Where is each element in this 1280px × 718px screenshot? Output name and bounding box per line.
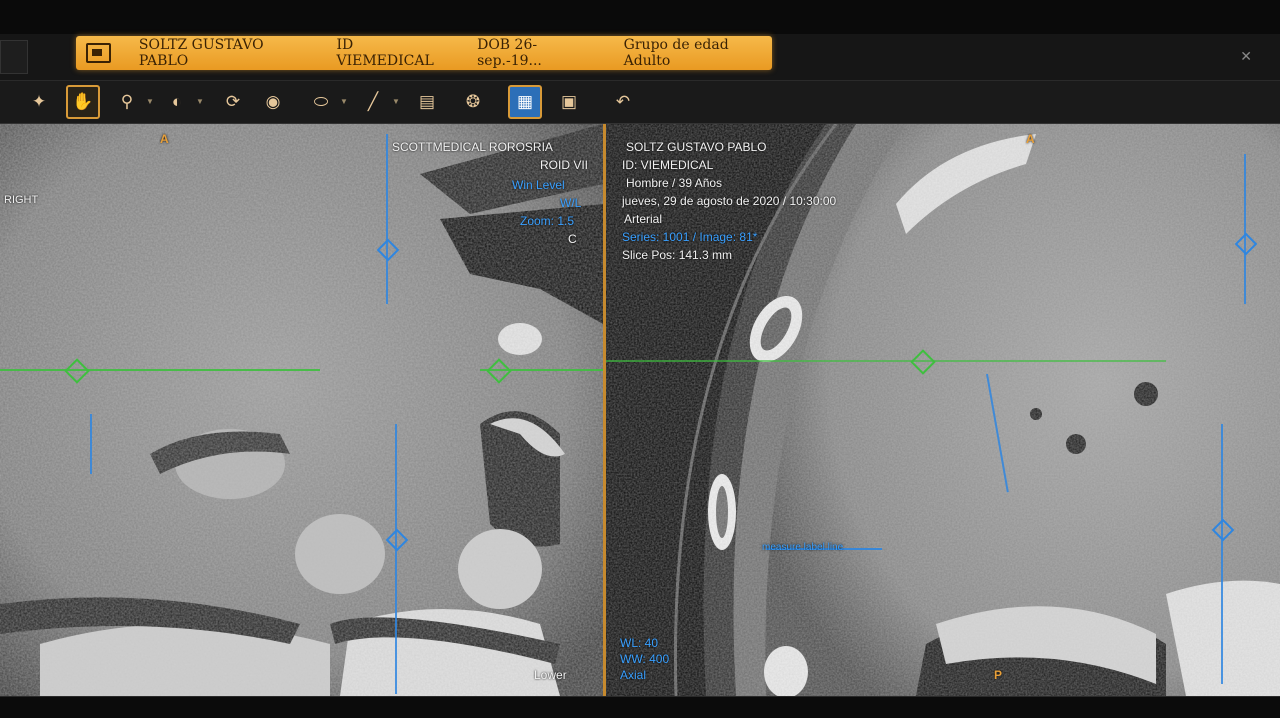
orientation-marker-top: A	[160, 132, 169, 146]
study-tab-row: SOLTZ GUSTAVO PABLO ID VIEMEDICAL DOB 26…	[0, 34, 1280, 81]
rotate-icon[interactable]: ⟳	[216, 85, 250, 119]
orientation-marker-bottom: P	[994, 668, 1003, 682]
sex-age-overlay: Hombre / 39 Años	[626, 176, 723, 190]
status-bar	[0, 696, 1280, 718]
phase-overlay: Arterial	[624, 212, 663, 226]
chevron-down-icon[interactable]: ▼	[392, 97, 400, 106]
chevron-down-icon[interactable]: ▼	[196, 97, 204, 106]
line-measure-icon[interactable]: ╱	[356, 85, 390, 119]
axial-ct-image	[606, 124, 1280, 696]
crosshair-vertical-line[interactable]	[1221, 424, 1223, 684]
overlay-bottom-label: Lower	[534, 668, 567, 682]
ellipse-roi-icon[interactable]: ⬭	[304, 85, 338, 119]
patient-id-overlay: ID: VIEMEDICAL	[622, 158, 714, 172]
patient-name-overlay: SOLTZ GUSTAVO PABLO	[626, 140, 767, 154]
patient-dob-label: DOB 26-sep.-19...	[477, 37, 542, 69]
chevron-down-icon[interactable]: ▼	[340, 97, 348, 106]
right-viewport[interactable]: A P SOLTZ GUSTAVO PABLO ID: VIEMEDICAL H…	[606, 124, 1280, 696]
window-level-overlay: WL: 40	[620, 636, 659, 650]
slice-position-overlay: Slice Pos: 141.3 mm	[622, 248, 733, 262]
institution-label: SCOTTMEDICAL ROROSRIA	[392, 140, 553, 154]
age-group-label: Grupo de edad Adulto	[623, 37, 729, 69]
layout-grid-icon[interactable]: ▣	[552, 85, 586, 119]
crosshair-vertical-line[interactable]	[1244, 154, 1246, 304]
crosshair-horizontal-line[interactable]	[0, 369, 320, 371]
reset-icon[interactable]: ◉	[256, 85, 290, 119]
patient-name-label: SOLTZ GUSTAVO PABLO	[138, 37, 264, 69]
scroll-tool-icon[interactable]: ✦	[22, 85, 56, 119]
patient-study-tab[interactable]: SOLTZ GUSTAVO PABLO ID VIEMEDICAL DOB 26…	[76, 36, 772, 70]
window-width-overlay: WW: 400	[620, 652, 670, 666]
crosshair-vertical-line[interactable]	[395, 424, 397, 694]
side-panel-toggle[interactable]	[0, 40, 28, 74]
coronal-ct-image	[0, 124, 603, 696]
window-title-bar	[0, 0, 1280, 34]
overlay-c-label: C	[568, 232, 577, 246]
plane-overlay: Axial	[620, 668, 647, 682]
crosshair-vertical-line[interactable]	[386, 134, 388, 304]
reference-line	[90, 414, 92, 474]
window-level-label: Win Level	[512, 178, 565, 192]
window-level-icon[interactable]: ◐	[160, 85, 194, 119]
chevron-down-icon[interactable]: ▼	[146, 97, 154, 106]
zoom-label: Zoom: 1.5	[520, 214, 575, 228]
window-level-value: W/L	[560, 196, 582, 210]
series-image-overlay: Series: 1001 / Image: 81*	[622, 230, 758, 244]
orientation-marker-top: A	[1026, 132, 1035, 146]
zoom-magnifier-icon[interactable]: ⚲	[110, 85, 144, 119]
study-tab-icon	[86, 43, 111, 63]
sync-icon[interactable]: ❂	[456, 85, 490, 119]
patient-id-label: ID VIEMEDICAL	[336, 37, 434, 69]
crosshair-horizontal-line[interactable]	[606, 360, 1166, 362]
study-date-overlay: jueves, 29 de agosto de 2020 / 10:30:00	[622, 194, 837, 208]
pan-hand-icon[interactable]: ✋	[66, 85, 100, 119]
left-side-marker: RIGHT	[4, 194, 39, 206]
annotation-icon[interactable]: ▤	[410, 85, 444, 119]
left-viewport[interactable]: A RIGHT SCOTTMEDICAL ROROSRIA ROID VII W…	[0, 124, 603, 696]
undo-icon[interactable]: ↶	[606, 85, 640, 119]
image-toolbar: ✦ ✋ ⚲ ▼ ◐ ▼ ⟳ ◉ ⬭ ▼ ╱ ▼ ▤ ❂ ▦ ▣ ↶	[0, 81, 1280, 124]
close-tab-icon[interactable]: ✕	[1240, 48, 1252, 65]
measurement-label: measure label line	[762, 542, 844, 553]
overlay-line2: ROID VII	[540, 158, 589, 172]
layout-1x2-icon[interactable]: ▦	[508, 85, 542, 119]
